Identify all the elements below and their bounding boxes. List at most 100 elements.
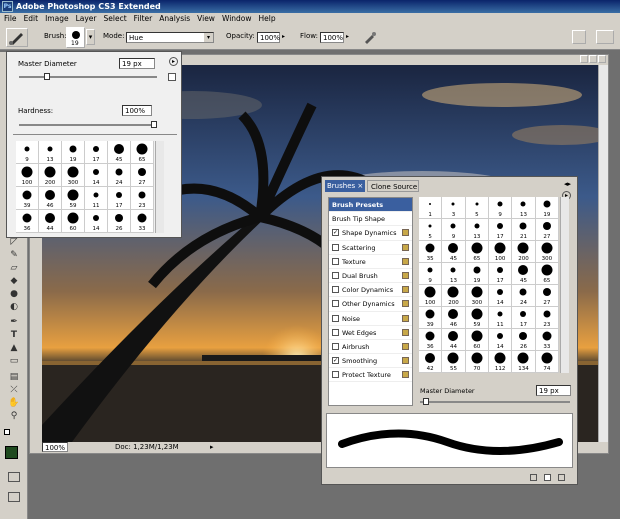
- panel-brush-cell[interactable]: 100: [419, 285, 443, 307]
- panel-brush-cell[interactable]: 14: [489, 285, 513, 307]
- flow-arrow-icon[interactable]: ▸: [346, 33, 349, 40]
- foreground-color-swatch[interactable]: [5, 446, 18, 459]
- tab-close-icon[interactable]: ×: [357, 182, 363, 190]
- picker-brush-cell[interactable]: 45: [108, 141, 131, 164]
- panel-brush-cell[interactable]: 17: [512, 307, 536, 329]
- hand-tool-icon[interactable]: ✋: [8, 398, 20, 409]
- picker-brush-cell[interactable]: 14: [85, 164, 108, 187]
- picker-brush-cell[interactable]: 26: [108, 210, 131, 233]
- panel-brush-cell[interactable]: 9: [442, 219, 466, 241]
- panel-brush-cell[interactable]: 33: [535, 329, 559, 351]
- panel-brush-cell[interactable]: 27: [535, 219, 559, 241]
- dodge-tool-icon[interactable]: ◐: [8, 302, 20, 313]
- path-select-tool-icon[interactable]: ▲: [8, 343, 20, 354]
- picker-brush-cell[interactable]: 14: [85, 210, 108, 233]
- panel-master-input[interactable]: 19 px: [536, 385, 571, 396]
- panel-brush-cell[interactable]: 112: [489, 351, 513, 373]
- lock-icon[interactable]: [402, 271, 409, 279]
- eyedropper-tool-icon[interactable]: ⤫: [8, 385, 20, 396]
- panel-brush-cell[interactable]: 39: [419, 307, 443, 329]
- airbrush-icon[interactable]: [363, 31, 377, 44]
- panel-brush-scrollbar[interactable]: [560, 197, 569, 373]
- blur-tool-icon[interactable]: ●: [8, 289, 20, 300]
- shape-tool-icon[interactable]: ▭: [8, 356, 20, 367]
- panel-brush-cell[interactable]: 134: [512, 351, 536, 373]
- panel-brush-cell[interactable]: 70: [465, 351, 489, 373]
- default-colors-icon[interactable]: [4, 429, 10, 435]
- picker-brush-cell[interactable]: 23: [131, 187, 154, 210]
- picker-brush-cell[interactable]: 60: [62, 210, 85, 233]
- notes-tool-icon[interactable]: ▤: [8, 372, 20, 383]
- brush-option-texture[interactable]: Texture: [329, 255, 412, 269]
- menu-view[interactable]: View: [197, 13, 215, 25]
- lock-icon[interactable]: [402, 314, 409, 322]
- panel-brush-cell[interactable]: 13: [442, 263, 466, 285]
- picker-brush-cell[interactable]: 9: [16, 141, 39, 164]
- menu-layer[interactable]: Layer: [76, 13, 97, 25]
- status-arrow-icon[interactable]: ▸: [210, 442, 214, 453]
- panel-brush-cell[interactable]: 200: [512, 241, 536, 263]
- option-checkbox[interactable]: [332, 243, 339, 251]
- panel-brush-cell[interactable]: 17: [489, 263, 513, 285]
- panel-brush-cell[interactable]: 300: [535, 241, 559, 263]
- panel-brush-cell[interactable]: 27: [535, 285, 559, 307]
- maximize-icon[interactable]: [589, 55, 597, 63]
- panel-brush-cell[interactable]: 19: [465, 263, 489, 285]
- picker-brush-cell[interactable]: 300: [62, 164, 85, 187]
- lock-icon[interactable]: [402, 357, 409, 365]
- picker-brush-cell[interactable]: 46: [39, 187, 62, 210]
- option-checkbox[interactable]: [332, 342, 339, 350]
- lock-icon[interactable]: [402, 300, 409, 308]
- panel-brush-cell[interactable]: 74: [535, 351, 559, 373]
- menu-help[interactable]: Help: [259, 13, 276, 25]
- panel-brush-cell[interactable]: 23: [535, 307, 559, 329]
- toggle-panel-icon[interactable]: [530, 474, 537, 481]
- panel-brush-cell[interactable]: 13: [465, 219, 489, 241]
- lock-icon[interactable]: [402, 371, 409, 379]
- workspace-icon[interactable]: [596, 30, 614, 44]
- panel-brush-cell[interactable]: 42: [419, 351, 443, 373]
- panel-brush-cell[interactable]: 44: [442, 329, 466, 351]
- tab-clone-source[interactable]: Clone Source: [367, 180, 419, 192]
- panel-brush-cell[interactable]: 35: [419, 241, 443, 263]
- picker-master-slider[interactable]: [19, 73, 157, 80]
- picker-hardness-input[interactable]: 100%: [122, 105, 152, 116]
- menu-filter[interactable]: Filter: [134, 13, 153, 25]
- menu-image[interactable]: Image: [45, 13, 69, 25]
- brush-option-airbrush[interactable]: Airbrush: [329, 340, 412, 355]
- lock-icon[interactable]: [402, 342, 409, 350]
- minimize-icon[interactable]: [580, 55, 588, 63]
- option-checkbox[interactable]: [332, 314, 339, 322]
- panel-brush-cell[interactable]: 65: [465, 241, 489, 263]
- picker-master-input[interactable]: 19 px: [119, 58, 155, 69]
- picker-brush-cell[interactable]: 17: [108, 187, 131, 210]
- panel-brush-cell[interactable]: 26: [512, 329, 536, 351]
- bucket-tool-icon[interactable]: ◆: [8, 276, 20, 287]
- panel-brush-cell[interactable]: 9: [419, 263, 443, 285]
- document-scrollbar[interactable]: [598, 65, 608, 442]
- picker-brush-cell[interactable]: 19: [62, 141, 85, 164]
- zoom-tool-icon[interactable]: ⚲: [8, 411, 20, 422]
- menu-select[interactable]: Select: [104, 13, 127, 25]
- palette-well-icon[interactable]: [572, 30, 586, 44]
- crop-tool-icon[interactable]: ◸: [8, 237, 20, 248]
- option-checkbox[interactable]: ✓: [332, 229, 339, 237]
- panel-brush-cell[interactable]: 24: [512, 285, 536, 307]
- panel-brush-cell[interactable]: 65: [535, 263, 559, 285]
- panel-brush-cell[interactable]: 3: [442, 197, 466, 219]
- picker-brush-cell[interactable]: 65: [131, 141, 154, 164]
- panel-brush-cell[interactable]: 1: [419, 197, 443, 219]
- panel-brush-cell[interactable]: 5: [465, 197, 489, 219]
- mode-select[interactable]: Hue ▾: [126, 32, 214, 43]
- picker-brush-cell[interactable]: 13: [39, 141, 62, 164]
- lock-icon[interactable]: [402, 286, 409, 294]
- panel-brush-cell[interactable]: 21: [512, 219, 536, 241]
- panel-brush-cell[interactable]: 45: [442, 241, 466, 263]
- picker-brush-cell[interactable]: 36: [16, 210, 39, 233]
- option-checkbox[interactable]: [332, 371, 339, 379]
- panel-brush-cell[interactable]: 46: [442, 307, 466, 329]
- picker-menu-icon[interactable]: ▸: [169, 57, 178, 66]
- menu-analysis[interactable]: Analysis: [159, 13, 190, 25]
- pen-tool-icon[interactable]: ✒: [8, 317, 20, 328]
- opacity-input[interactable]: 100%: [257, 32, 280, 43]
